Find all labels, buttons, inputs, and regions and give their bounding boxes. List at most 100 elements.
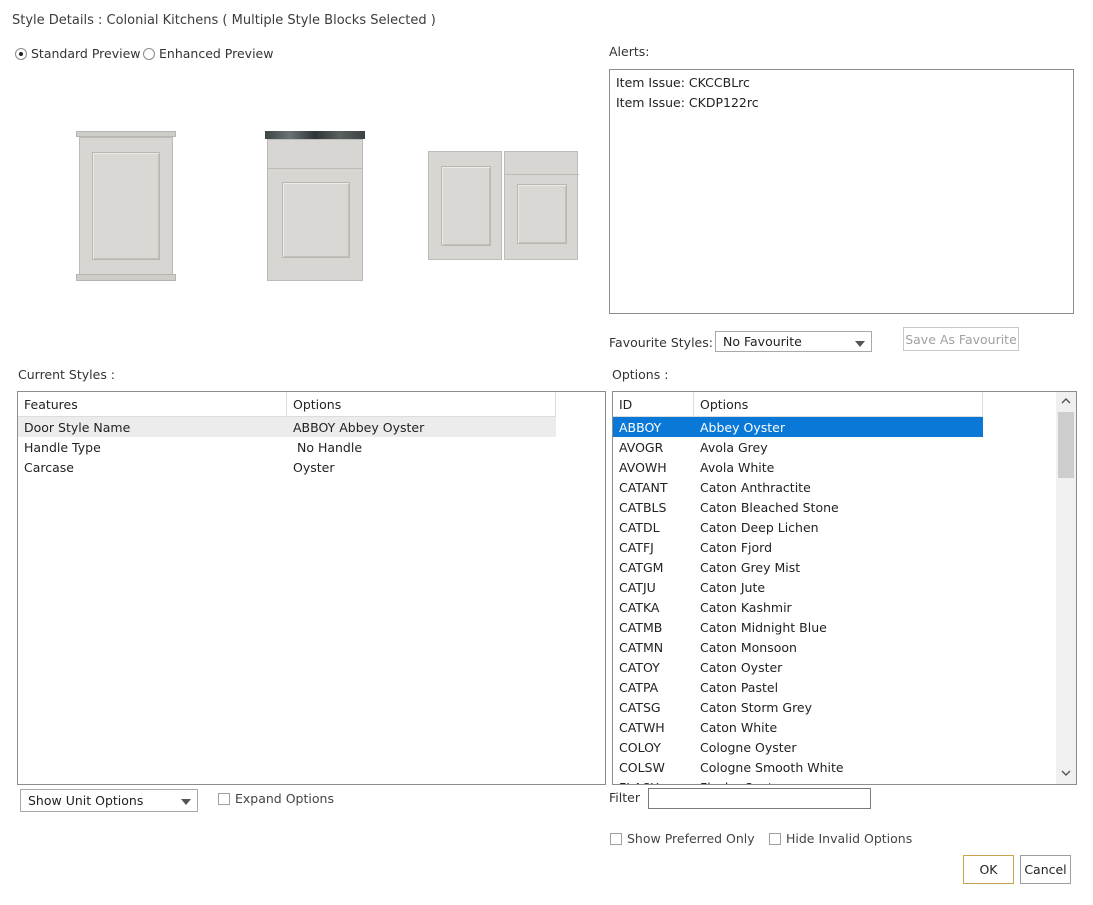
scroll-thumb[interactable] — [1058, 412, 1074, 478]
checkbox-icon — [769, 832, 781, 845]
options-list: ABBOY Abbey Oyster AVOGR Avola Grey AVOWH Avo… — [613, 417, 983, 785]
option-id-cell: CATPA — [619, 679, 659, 695]
option-id-cell: AVOGR — [619, 439, 664, 455]
alerts-label: Alerts: — [609, 44, 650, 59]
unit-options-dropdown[interactable]: Show Unit Options — [20, 789, 198, 812]
list-item[interactable]: CATKA Caton Kashmir — [613, 597, 983, 617]
column-header-options[interactable]: Options — [694, 392, 983, 416]
favourite-styles-dropdown[interactable]: No Favourite — [715, 331, 872, 352]
option-name-cell: Caton Monsoon — [700, 639, 797, 655]
option-id-cell: COLSW — [619, 759, 665, 775]
option-cell: ABBOY Abbey Oyster — [293, 419, 425, 435]
option-cell: No Handle — [293, 439, 363, 455]
option-cell: Oyster — [293, 459, 335, 475]
option-id-cell: COLOY — [619, 739, 661, 755]
list-item[interactable]: COLSW Cologne Smooth White — [613, 757, 983, 777]
option-id-cell: CATGM — [619, 559, 664, 575]
table-row[interactable]: Door Style Name ABBOY Abbey Oyster — [18, 417, 556, 437]
option-name-cell: Caton Fjord — [700, 539, 772, 555]
column-header-id[interactable]: ID — [613, 392, 694, 416]
option-id-cell: CATKA — [619, 599, 660, 615]
cancel-button[interactable]: Cancel — [1020, 855, 1071, 884]
preview-tall-door — [76, 131, 176, 281]
option-name-cell: Caton Kashmir — [700, 599, 792, 615]
chevron-down-icon — [181, 799, 191, 805]
list-item[interactable]: CATMN Caton Monsoon — [613, 637, 983, 657]
option-id-cell: CATMB — [619, 619, 663, 635]
column-header-features[interactable]: Features — [18, 392, 287, 416]
options-grid[interactable]: ID Options ABBOY Abbey Oyster AVOGR Avola G… — [612, 391, 1077, 785]
option-id-cell: CATDL — [619, 519, 660, 535]
option-name-cell: Caton Grey Mist — [700, 559, 801, 575]
current-styles-label: Current Styles : — [18, 367, 116, 382]
list-item[interactable]: CATGM Caton Grey Mist — [613, 557, 983, 577]
option-name-cell: Caton Storm Grey — [700, 699, 813, 715]
save-as-favourite-button[interactable]: Save As Favourite — [903, 327, 1019, 351]
option-id-cell: CATANT — [619, 479, 668, 495]
expand-options-label: Expand Options — [235, 791, 334, 806]
option-name-cell: Caton Deep Lichen — [700, 519, 819, 535]
option-id-cell: FLAOY — [613, 780, 694, 785]
list-item[interactable]: AVOGR Avola Grey — [613, 437, 983, 457]
radio-checked-icon — [15, 47, 27, 60]
option-name-cell: Avola Grey — [700, 439, 768, 455]
favourite-styles-label: Favourite Styles: — [609, 335, 713, 350]
preview-base-door — [265, 131, 365, 281]
list-item[interactable]: CATMB Caton Midnight Blue — [613, 617, 983, 637]
table-row[interactable]: Carcase Oyster — [18, 457, 556, 477]
alert-item: Item Issue: CKDP122rc — [616, 95, 759, 110]
option-id-cell: CATFJ — [619, 539, 654, 555]
list-item[interactable]: CATDL Caton Deep Lichen — [613, 517, 983, 537]
scroll-up-icon[interactable] — [1056, 392, 1075, 410]
ok-button[interactable]: OK — [963, 855, 1014, 884]
list-item[interactable]: CATWH Caton White — [613, 717, 983, 737]
option-id-cell: CATSG — [619, 699, 661, 715]
standard-preview-radio[interactable]: Standard Preview — [15, 46, 141, 61]
column-header-options[interactable]: Options — [287, 392, 556, 416]
radio-unchecked-icon — [143, 47, 155, 60]
enhanced-preview-radio[interactable]: Enhanced Preview — [143, 46, 273, 61]
list-item[interactable]: CATPA Caton Pastel — [613, 677, 983, 697]
list-item[interactable]: CATJU Caton Jute — [613, 577, 983, 597]
scroll-down-icon[interactable] — [1056, 764, 1075, 782]
filter-input[interactable] — [648, 788, 871, 809]
hide-invalid-label: Hide Invalid Options — [786, 831, 913, 846]
option-name-cell: Caton Jute — [700, 579, 766, 595]
list-item[interactable]: AVOWH Avola White — [613, 457, 983, 477]
option-name-cell: Avola White — [700, 459, 775, 475]
feature-cell: Carcase — [24, 459, 74, 475]
checkbox-icon — [218, 792, 230, 805]
table-row[interactable]: Handle Type No Handle — [18, 437, 556, 457]
hide-invalid-checkbox[interactable]: Hide Invalid Options — [769, 831, 912, 846]
feature-cell: Handle Type — [24, 439, 101, 455]
alerts-box[interactable]: Item Issue: CKCCBLrc Item Issue: CKDP122… — [609, 69, 1074, 314]
list-item[interactable]: CATANT Caton Anthractite — [613, 477, 983, 497]
option-name-cell: Caton White — [700, 719, 778, 735]
show-preferred-checkbox[interactable]: Show Preferred Only — [610, 831, 755, 846]
option-name-cell: Cologne Smooth White — [700, 759, 844, 775]
expand-options-checkbox[interactable]: Expand Options — [218, 791, 334, 806]
style-preview-area — [70, 125, 590, 290]
list-item[interactable]: ABBOY Abbey Oyster — [613, 417, 983, 437]
option-id-cell: CATJU — [619, 579, 656, 595]
list-item[interactable]: COLOY Cologne Oyster — [613, 737, 983, 757]
options-scrollbar[interactable] — [1056, 392, 1076, 784]
option-name-cell: Caton Pastel — [700, 679, 779, 695]
list-item[interactable]: CATBLS Caton Bleached Stone — [613, 497, 983, 517]
list-item[interactable]: FLAOYFlasby Oyster — [613, 777, 983, 785]
list-item[interactable]: CATSG Caton Storm Grey — [613, 697, 983, 717]
option-id-cell: AVOWH — [619, 459, 667, 475]
list-item[interactable]: CATFJ Caton Fjord — [613, 537, 983, 557]
option-id-cell: CATMN — [619, 639, 664, 655]
current-styles-grid[interactable]: Features Options Door Style Name ABBOY A… — [17, 391, 606, 785]
list-item[interactable]: CATOY Caton Oyster — [613, 657, 983, 677]
option-name-cell: Cologne Oyster — [700, 739, 797, 755]
unit-options-value: Show Unit Options — [28, 793, 144, 808]
option-id-cell: CATWH — [619, 719, 665, 735]
enhanced-preview-label: Enhanced Preview — [159, 46, 274, 61]
feature-cell: Door Style Name — [24, 419, 131, 435]
option-name-cell: Caton Anthractite — [700, 479, 811, 495]
grid-header: ID Options — [613, 392, 983, 417]
option-name-cell: Flasby Oyster — [694, 780, 983, 785]
option-name-cell: Abbey Oyster — [700, 419, 785, 435]
